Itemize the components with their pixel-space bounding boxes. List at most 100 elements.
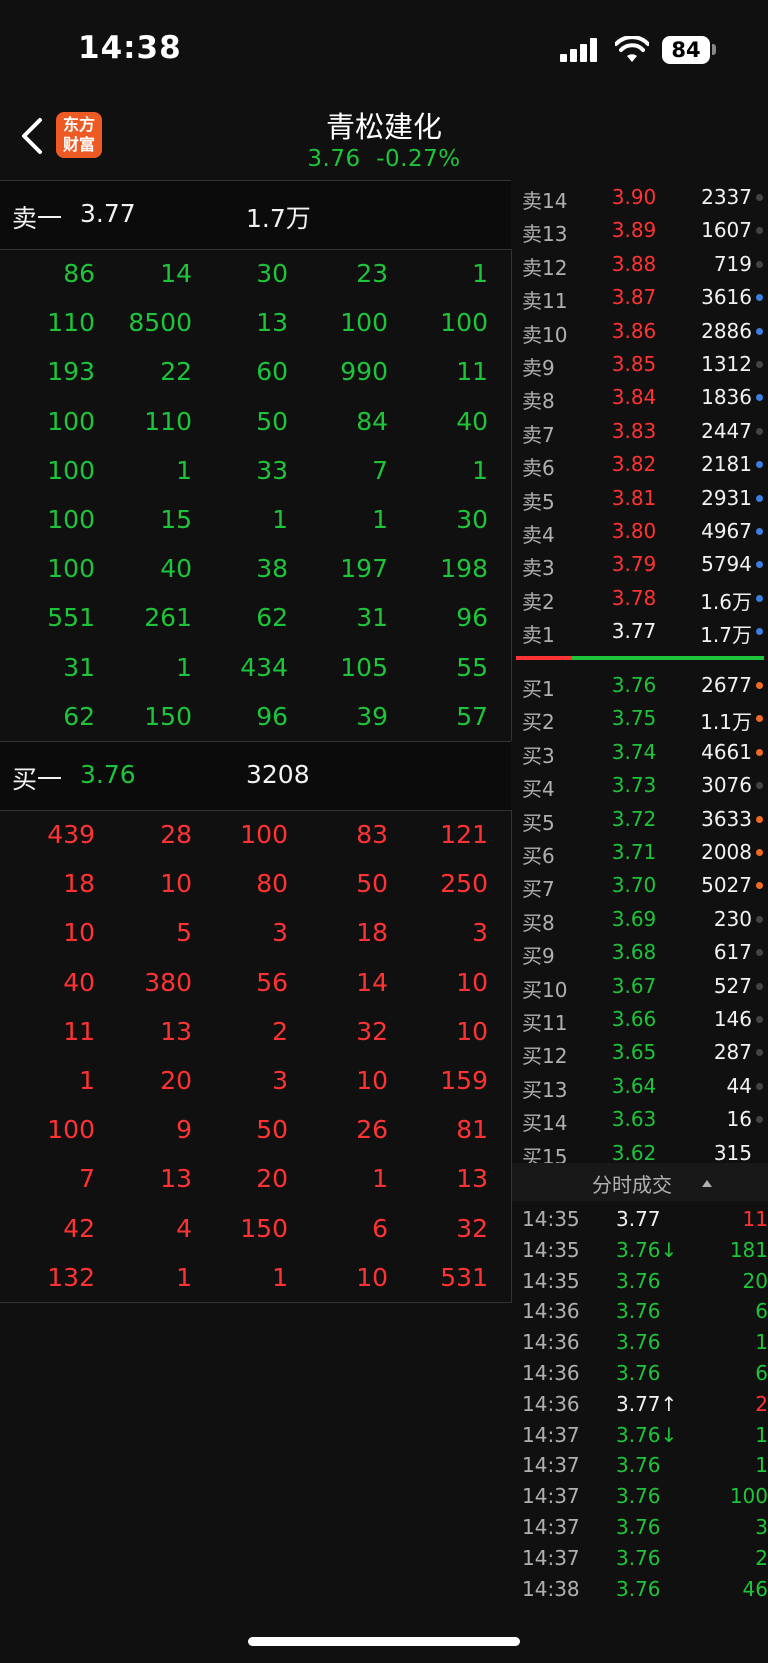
queue-cell: 1 [372, 505, 388, 534]
tick-price: 3.76↓ [616, 1237, 678, 1262]
stock-name: 青松建化 [325, 110, 442, 144]
queue-cell: 22 [160, 357, 192, 387]
ask-level-row[interactable]: 卖14 3.90 2337 [512, 180, 768, 213]
ask-level-row[interactable]: 卖13 3.89 1607 [512, 213, 768, 246]
book-level-volume: 44 [726, 1073, 752, 1098]
queue-row: 11 13 2 32 10 [0, 1007, 511, 1056]
book-level-volume: 3616 [701, 285, 752, 310]
tick-price: 3.76 [616, 1453, 661, 1478]
book-level-label: 卖8 [522, 389, 555, 414]
bid-level-row[interactable]: 买8 3.69 230 [512, 902, 768, 935]
bid-level-row[interactable]: 买4 3.73 3076 [512, 768, 768, 801]
order-dot-icon [756, 294, 763, 302]
bid-level-row[interactable]: 买5 3.72 3633 [512, 802, 768, 835]
bid-level-row[interactable]: 买13 3.64 44 [512, 1069, 768, 1102]
ask-level-row[interactable]: 卖2 3.78 1.6万 [512, 581, 768, 614]
queue-cell: 100 [47, 455, 95, 485]
tick-row: 14:37 3.76↓ 1 [512, 1419, 768, 1450]
book-level-price: 3.70 [611, 873, 657, 898]
tick-volume: 20 [742, 1268, 768, 1293]
order-dot-icon [756, 1082, 763, 1090]
tick-row: 14:36 3.76 6 [512, 1357, 768, 1388]
bid-level-row[interactable]: 买6 3.71 2008 [512, 835, 768, 868]
bid-level-row[interactable]: 买9 3.68 617 [512, 935, 768, 968]
bid-level-row[interactable]: 买14 3.63 16 [512, 1102, 768, 1135]
tick-volume: 181 [729, 1237, 768, 1262]
tick-row: 14:38 3.76 46 [512, 1573, 768, 1604]
ask-level-row[interactable]: 卖8 3.84 1836 [512, 380, 768, 413]
book-level-price: 3.88 [611, 251, 657, 276]
book-level-label: 买9 [522, 944, 555, 969]
bid-level-row[interactable]: 买12 3.65 287 [512, 1035, 768, 1068]
queue-cell: 10 [356, 1262, 388, 1292]
ask-level-row[interactable]: 卖9 3.85 1312 [512, 347, 768, 380]
queue-cell: 1 [176, 455, 192, 485]
bid-level-row[interactable]: 买2 3.75 1.1万 [512, 701, 768, 734]
tick-time: 14:38 [522, 1576, 580, 1601]
book-level-label: 买8 [522, 910, 555, 935]
queue-row: 86 14 30 23 1 [0, 249, 511, 298]
ask-level-row[interactable]: 卖10 3.86 2886 [512, 314, 768, 347]
book-level-price: 3.81 [611, 485, 657, 510]
bid-level-row[interactable]: 买11 3.66 146 [512, 1002, 768, 1035]
ask-level-row[interactable]: 卖6 3.82 2181 [512, 447, 768, 480]
book-level-label: 卖14 [522, 189, 568, 213]
tick-time: 14:35 [522, 1207, 580, 1231]
ask-level-row[interactable]: 卖11 3.87 3616 [512, 280, 768, 313]
bid-level-row[interactable]: 买10 3.67 527 [512, 969, 768, 1002]
tick-row: 14:36 3.76 6 [512, 1295, 768, 1326]
queue-cell: 60 [256, 357, 288, 387]
home-indicator[interactable] [248, 1637, 520, 1646]
order-dot-icon [756, 561, 763, 569]
book-level-price: 3.87 [611, 285, 657, 310]
queue-cell: 96 [256, 701, 288, 731]
book-level-label: 卖10 [522, 322, 568, 347]
tick-price: 3.76 [616, 1299, 661, 1324]
queue-cell: 39 [356, 701, 388, 731]
queue-cell: 3 [472, 918, 488, 948]
tick-time: 14:36 [522, 1361, 580, 1385]
book-level-volume: 527 [713, 973, 752, 998]
book-level-volume: 1.1万 [700, 710, 752, 735]
tick-volume: 11 [742, 1207, 768, 1231]
bid-level-row[interactable]: 买1 3.76 2677 [512, 668, 768, 701]
tick-volume: 2 [755, 1545, 768, 1570]
book-level-price: 3.62 [611, 1140, 657, 1165]
ask-level-row[interactable]: 卖1 3.77 1.7万 [512, 614, 768, 647]
book-level-volume: 2886 [701, 318, 752, 343]
order-dot-icon [756, 427, 763, 435]
queue-cell: 4 [176, 1213, 192, 1243]
queue-cell: 197 [340, 554, 388, 584]
queue-cell: 57 [456, 701, 488, 731]
queue-cell: 150 [240, 1213, 288, 1243]
ask-level-row[interactable]: 卖3 3.79 5794 [512, 547, 768, 580]
order-dot-icon [756, 849, 763, 856]
order-dot-icon [756, 682, 763, 689]
book-level-label: 买5 [522, 810, 555, 835]
wifi-icon [615, 36, 649, 62]
book-level-label: 买14 [522, 1111, 568, 1136]
order-dot-icon [756, 594, 763, 602]
tick-time: 14:35 [522, 1237, 580, 1262]
ask-level-row[interactable]: 卖12 3.88 719 [512, 247, 768, 280]
book-level-price: 3.67 [611, 973, 657, 998]
book-level-price: 3.77 [611, 619, 657, 644]
tick-volume: 1 [755, 1330, 768, 1355]
queue-row: 10 5 3 18 3 [0, 908, 511, 957]
bid-level-row[interactable]: 买7 3.70 5027 [512, 868, 768, 901]
ask-level-row[interactable]: 卖5 3.81 2931 [512, 481, 768, 514]
status-time: 14:38 [78, 30, 182, 66]
book-level-label: 买7 [522, 877, 555, 902]
tick-price: 3.76 [616, 1268, 661, 1293]
order-dot-icon [756, 528, 763, 535]
queue-cell: 18 [356, 918, 388, 948]
book-level-price: 3.64 [611, 1073, 657, 1098]
queue-cell: 100 [47, 505, 95, 534]
bid-level-row[interactable]: 买3 3.74 4661 [512, 735, 768, 768]
book-level-label: 买12 [522, 1044, 568, 1069]
ticks-header[interactable]: 分时成交 [512, 1163, 768, 1201]
tick-row: 14:36 3.76 1 [512, 1326, 768, 1357]
ask-level-row[interactable]: 卖4 3.80 4967 [512, 514, 768, 547]
ask-level-row[interactable]: 卖7 3.83 2447 [512, 414, 768, 447]
queue-cell: 100 [47, 1115, 95, 1145]
